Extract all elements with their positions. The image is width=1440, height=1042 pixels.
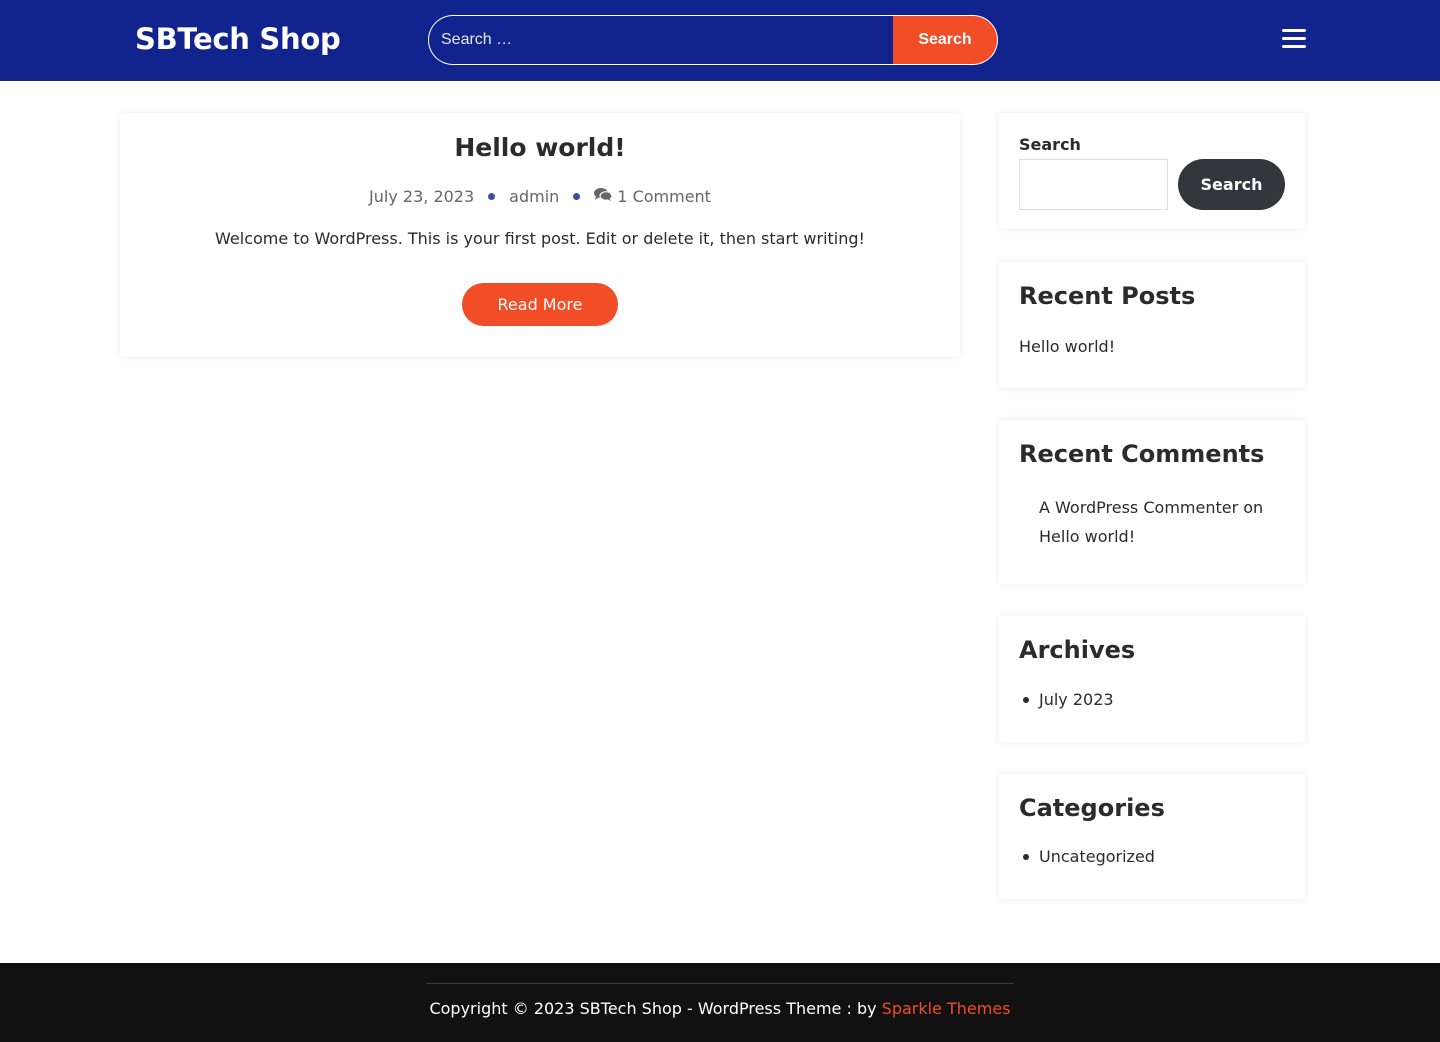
archive-link[interactable]: July 2023 bbox=[1039, 690, 1114, 709]
post-title[interactable]: Hello world! bbox=[120, 133, 960, 162]
sidebar-search-label: Search bbox=[1019, 135, 1081, 154]
comments-icon bbox=[594, 187, 613, 206]
post-comments-link[interactable]: 1 Comment bbox=[617, 187, 711, 206]
recent-post-link[interactable]: Hello world! bbox=[1019, 337, 1115, 356]
recent-posts-widget: Recent Posts Hello world! bbox=[999, 262, 1305, 388]
categories-title: Categories bbox=[1019, 794, 1165, 822]
comment-post-link[interactable]: Hello world! bbox=[1039, 527, 1135, 546]
meta-separator-dot bbox=[573, 193, 581, 200]
category-link[interactable]: Uncategorized bbox=[1039, 847, 1155, 866]
footer-divider bbox=[426, 983, 1014, 984]
recent-comments-widget: Recent Comments A WordPress Commenter on… bbox=[999, 420, 1305, 584]
copyright-text: Copyright © 2023 SBTech Shop - WordPress… bbox=[429, 999, 882, 1018]
list-bullet bbox=[1023, 854, 1029, 860]
recent-posts-title: Recent Posts bbox=[1019, 282, 1196, 310]
sidebar-search-widget: Search Search bbox=[999, 113, 1305, 229]
recent-comments-title: Recent Comments bbox=[1019, 440, 1265, 468]
header-search-input[interactable] bbox=[428, 15, 893, 65]
site-footer: Copyright © 2023 SBTech Shop - WordPress… bbox=[0, 963, 1440, 1042]
read-more-button[interactable]: Read More bbox=[462, 283, 618, 326]
recent-comment-item: A WordPress Commenter on Hello world! bbox=[1039, 493, 1289, 551]
categories-widget: Categories Uncategorized bbox=[999, 774, 1305, 899]
sidebar-search-input[interactable] bbox=[1019, 159, 1168, 210]
header-search-form: Search bbox=[428, 15, 998, 65]
archives-widget: Archives July 2023 bbox=[999, 616, 1305, 742]
list-bullet bbox=[1023, 697, 1029, 703]
post-card: Hello world! July 23, 2023 admin 1 Comme… bbox=[120, 113, 960, 357]
post-author[interactable]: admin bbox=[509, 187, 559, 206]
post-excerpt: Welcome to WordPress. This is your first… bbox=[215, 229, 865, 248]
footer-copyright: Copyright © 2023 SBTech Shop - WordPress… bbox=[0, 999, 1440, 1018]
post-date[interactable]: July 23, 2023 bbox=[369, 187, 474, 206]
sidebar-search-button[interactable]: Search bbox=[1178, 159, 1285, 210]
meta-separator-dot bbox=[488, 193, 496, 200]
comment-author-link[interactable]: A WordPress Commenter bbox=[1039, 498, 1238, 517]
hamburger-menu-icon[interactable] bbox=[1282, 28, 1306, 50]
site-header: SBTech Shop Search bbox=[0, 0, 1440, 81]
comment-connector: on bbox=[1243, 498, 1264, 517]
site-title[interactable]: SBTech Shop bbox=[135, 22, 341, 56]
sparkle-themes-link[interactable]: Sparkle Themes bbox=[882, 999, 1011, 1018]
archives-title: Archives bbox=[1019, 636, 1136, 664]
post-meta: July 23, 2023 admin 1 Comment bbox=[120, 187, 960, 206]
header-search-button[interactable]: Search bbox=[893, 15, 998, 65]
